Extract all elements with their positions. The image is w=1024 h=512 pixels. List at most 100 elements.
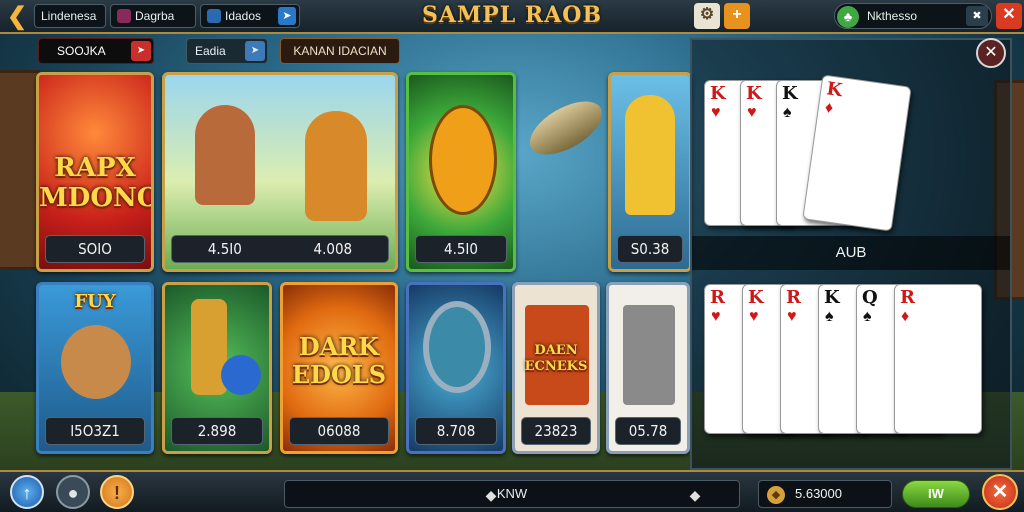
go-label: IW [928,486,944,501]
card-rank: K [710,83,726,104]
game-icon [117,9,131,23]
balance-display: ◆ 5.63000 [758,480,892,508]
card-suit-icon: ♥ [711,308,721,325]
top-bar: ❮ Lindenesa Dagrba Idados ➤ SAMPL RAOB ⚙… [0,0,1024,34]
panel-close-button[interactable]: ✕ [976,38,1006,68]
card-rank: R [900,287,915,308]
diamond-icon: ◆ [689,487,701,503]
hut-left [0,70,40,270]
action-field[interactable]: ◆ KNW ◆ [284,480,740,508]
tab-eadia-label: Eadia [195,44,226,58]
game-tile-fuy[interactable]: FUY I5O3Z1 [36,282,154,454]
tile-title: DAEN ECNEKS [524,343,588,374]
clover-icon: ♣ [837,6,859,28]
coin-icon: ◆ [767,486,785,504]
tab-dagrba-label: Dagrba [135,9,175,23]
card-suit-icon: ♠ [863,308,872,325]
card-suit-icon: ♠ [825,308,834,325]
tile-value: 8.708 [415,417,497,445]
card-suit-icon: ♥ [787,308,797,325]
game-tile-explorer[interactable]: S0.38 [608,72,692,272]
currency-display[interactable]: ♣ Nkthesso ✖ [834,3,992,29]
card-suit-icon: ♥ [747,104,757,121]
back-arrow-icon: ❮ [6,3,28,30]
game-tile-goldfish[interactable]: 4.5I0 [406,72,516,272]
info-icon: ! [114,483,120,503]
card-suit-icon: ♥ [711,104,721,121]
currency-label: Nkthesso [867,9,918,23]
game-tile-card-king[interactable]: 05.78 [606,282,690,454]
tile-value-left: 4.5I0 [207,240,242,258]
card-suit-icon: ♠ [783,104,792,121]
media-icon [207,9,221,23]
game-tile-fisherman[interactable]: 4.5I0 4.008 [162,72,398,272]
tile-value: S0.38 [617,235,683,263]
gear-icon: ⚙ [699,6,715,23]
game-tile-potion[interactable]: 2.898 [162,282,272,454]
tab-soojka-label: SOOJKA [57,44,106,58]
balance-value: 5.63000 [795,486,842,501]
card-suit-icon: ♦ [823,99,835,118]
tile-value: 06088 [289,417,389,445]
playing-card[interactable]: R ♦ [894,284,982,434]
card-panel: ✕ K ♥ K ♥ K ♠ K ♦ AUB R ♥ K ♥ R ♥ K ♠ Q ♠ R ♦ [690,38,1012,470]
tab-idados-label: Idados [225,9,262,23]
game-tile-dark-edols[interactable]: DARK EDOLS 06088 [280,282,398,454]
tab-idados[interactable]: Idados ➤ [200,4,300,28]
close-icon: ✕ [984,44,998,61]
card-rank: Q [862,287,878,308]
card-rank: K [746,83,762,104]
info-button[interactable]: ! [100,475,134,509]
game-tile-daen-ecneks[interactable]: DAEN ECNEKS 23823 [512,282,600,454]
tab-kanan-label: KANAN IDACIAN [293,44,387,58]
action-label: KNW [496,486,528,501]
playing-card[interactable]: K ♦ [802,74,912,232]
back-button[interactable]: ❮ [4,3,30,31]
tab-dagrba[interactable]: Dagrba [110,4,196,28]
tab-lindenesa[interactable]: Lindenesa [34,4,106,28]
tile-value: SOIO [45,235,145,263]
tab-soojka[interactable]: SOOJKA ➤ [38,38,154,64]
tile-values: 4.5I0 4.008 [171,235,389,263]
tile-value-right: 4.008 [313,240,353,258]
up-arrow-icon: ↑ [22,483,32,503]
page-title: SAMPL RAOB [421,2,603,28]
game-tile-diver[interactable]: 8.708 [406,282,506,454]
settings-button[interactable]: ⚙ [694,3,720,29]
tile-title: DARK EDOLS [291,332,387,389]
card-rank: K [825,78,844,102]
arrow-icon: ➤ [131,41,151,61]
tile-value: 23823 [521,417,591,445]
up-button[interactable]: ↑ [10,475,44,509]
close-icon: ✕ [1002,6,1016,23]
card-rank: K [782,83,798,104]
card-suit-icon: ♦ [901,308,910,325]
chat-icon: ● [67,483,79,503]
arrow-icon: ➤ [245,41,265,61]
card-rank: R [710,287,725,308]
tab-lindenesa-label: Lindenesa [41,9,97,23]
card-rank: K [824,287,840,308]
add-button[interactable]: + [724,3,750,29]
exit-button[interactable]: ✕ [982,474,1018,510]
plus-icon: + [732,6,742,23]
tile-value: I5O3Z1 [45,417,145,445]
close-button[interactable]: ✕ [996,3,1022,29]
go-button[interactable]: IW [902,480,970,508]
game-tile-rapx[interactable]: RAPX MDONO SOIO [36,72,154,272]
tile-title: RAPX MDONO [39,153,154,213]
tile-value: 4.5I0 [415,235,507,263]
tab-eadia[interactable]: Eadia ➤ [186,38,268,64]
panel-label: AUB [692,236,1010,270]
close-icon: ✕ [991,481,1009,503]
menu-icon[interactable]: ✖ [966,6,988,26]
tile-value: 2.898 [171,417,263,445]
send-icon: ➤ [278,7,296,25]
tab-kanan[interactable]: KANAN IDACIAN [280,38,400,64]
card-rank: K [748,287,764,308]
card-suit-icon: ♥ [749,308,759,325]
tile-value: 05.78 [615,417,681,445]
tile-title: FUY [74,291,116,312]
chat-button[interactable]: ● [56,475,90,509]
card-rank: R [786,287,801,308]
